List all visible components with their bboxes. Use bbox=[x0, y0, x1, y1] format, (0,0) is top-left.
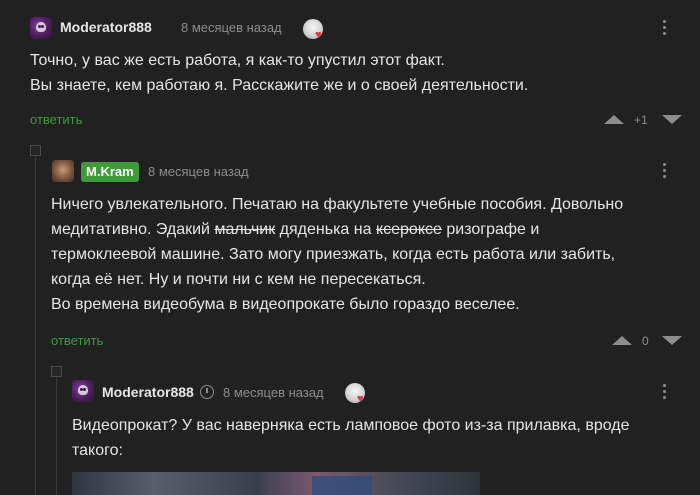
heart-icon: ♥ bbox=[357, 393, 364, 405]
reply-link[interactable]: ответить bbox=[51, 333, 103, 348]
more-options-icon[interactable] bbox=[662, 20, 668, 38]
comment-author[interactable]: Moderator888 bbox=[102, 384, 194, 400]
avatar[interactable] bbox=[52, 160, 74, 182]
comment-line: термоклеевой машине. Зато могу приезжать… bbox=[51, 246, 616, 263]
downvote-icon[interactable] bbox=[662, 336, 682, 345]
text-span: дяденька на bbox=[275, 221, 376, 238]
upvote-icon[interactable] bbox=[612, 336, 632, 345]
strikethrough-text: мальчик bbox=[214, 221, 276, 238]
downvote-icon[interactable] bbox=[662, 115, 682, 124]
thread-line[interactable] bbox=[56, 377, 57, 495]
rating-value: +1 bbox=[634, 113, 648, 127]
text-span: ризографе и bbox=[441, 221, 540, 238]
collapse-thread-button[interactable] bbox=[51, 366, 62, 377]
comment-text: Ничего увлекательного. Печатаю на факуль… bbox=[51, 192, 623, 317]
comment-author-op[interactable]: M.Kram bbox=[81, 162, 139, 182]
comment-text: Точно, у вас же есть работа, я как-то уп… bbox=[30, 48, 528, 98]
more-options-icon[interactable] bbox=[662, 163, 668, 181]
reply-link[interactable]: ответить bbox=[30, 112, 82, 127]
collapse-thread-button[interactable] bbox=[30, 145, 41, 156]
comment-line: медитативно. Эдакий мальчик дяденька на … bbox=[51, 217, 623, 242]
strikethrough-text: ксероксе bbox=[375, 221, 442, 238]
comment-text: Видеопрокат? У вас наверняка есть лампов… bbox=[72, 413, 630, 463]
award-icon[interactable]: ♥ bbox=[345, 383, 365, 405]
avatar[interactable] bbox=[72, 380, 94, 402]
comment-line: Во времена видеобума в видеопрокате было… bbox=[51, 296, 520, 313]
clock-icon bbox=[200, 385, 214, 399]
rating-value: 0 bbox=[642, 334, 649, 348]
comment-time[interactable]: 8 месяцев назад bbox=[148, 164, 249, 179]
comment-time[interactable]: 8 месяцев назад bbox=[181, 20, 282, 35]
comment-line: Точно, у вас же есть работа, я как-то уп… bbox=[30, 52, 445, 69]
comment-line: Ничего увлекательного. Печатаю на факуль… bbox=[51, 196, 624, 213]
text-span: медитативно. Эдакий bbox=[51, 221, 215, 238]
heart-icon: ♥ bbox=[315, 29, 322, 41]
thread-line[interactable] bbox=[35, 156, 36, 495]
comment-line: когда её нет. Ну и почти ни с кем не пер… bbox=[51, 271, 426, 288]
comment-line: Видеопрокат? У вас наверняка есть лампов… bbox=[72, 417, 630, 434]
comment-time[interactable]: 8 месяцев назад bbox=[223, 385, 324, 400]
comment-author[interactable]: Moderator888 bbox=[60, 19, 152, 35]
more-options-icon[interactable] bbox=[662, 384, 668, 402]
comment-line: Вы знаете, кем работаю я. Расскажите же … bbox=[30, 77, 529, 94]
award-icon[interactable]: ♥ bbox=[303, 19, 323, 41]
comment-line: такого: bbox=[72, 442, 123, 459]
attached-photo[interactable] bbox=[72, 472, 480, 495]
avatar[interactable] bbox=[30, 17, 52, 39]
upvote-icon[interactable] bbox=[604, 115, 624, 124]
